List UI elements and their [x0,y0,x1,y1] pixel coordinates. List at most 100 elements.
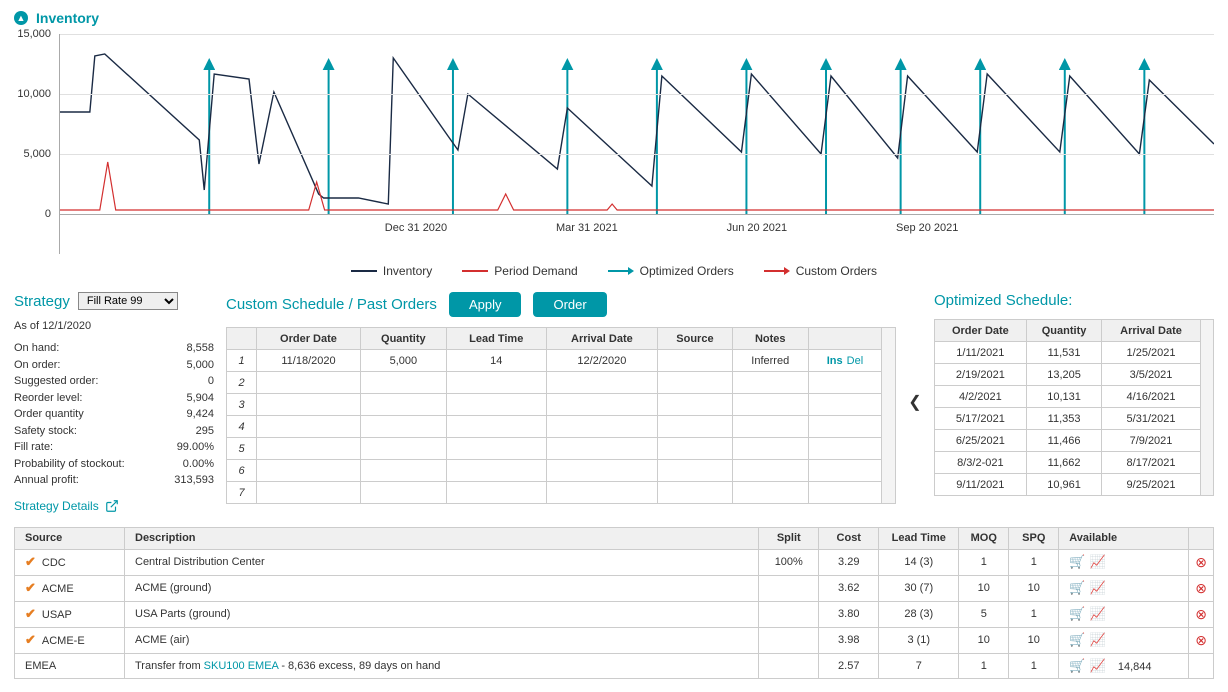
notes-cell[interactable] [732,394,808,416]
lead-cell: 28 (3) [879,601,959,627]
chart-up-icon[interactable]: 📈 [1089,632,1105,648]
quantity-cell: 11,531 [1026,342,1102,364]
table-row: 5/17/202111,3535/31/2021 [935,408,1201,430]
cost-cell: 3.80 [819,601,879,627]
cart-icon[interactable]: 🛒 [1069,658,1085,674]
lead-time-cell[interactable] [446,438,546,460]
chart-up-icon[interactable]: 📈 [1089,658,1105,674]
strategy-title: Strategy [14,293,70,310]
sku-link[interactable]: SKU100 EMEA [204,660,279,672]
custom-schedule-table: Order Date Quantity Lead Time Arrival Da… [226,327,882,504]
metric-value: 9,424 [186,406,214,423]
table-row[interactable]: 5 [227,438,882,460]
available-cell: 🛒 📈 [1059,627,1189,653]
remove-icon[interactable]: ⊗ [1195,554,1207,570]
order-date-cell[interactable] [257,394,361,416]
arrival-date-cell[interactable] [546,394,657,416]
table-row[interactable]: 6 [227,460,882,482]
arrival-date-cell[interactable] [546,438,657,460]
arrival-date-cell[interactable] [546,416,657,438]
table-row[interactable]: 2 [227,372,882,394]
source-cell[interactable] [658,372,733,394]
order-date-cell[interactable] [257,372,361,394]
lead-time-cell[interactable] [446,482,546,504]
cart-icon[interactable]: 🛒 [1069,632,1085,648]
arrival-date-cell[interactable] [546,372,657,394]
order-date-cell[interactable] [257,482,361,504]
scrollbar[interactable] [1201,319,1214,496]
cart-icon[interactable]: 🛒 [1069,606,1085,622]
remove-icon[interactable]: ⊗ [1195,580,1207,596]
arrival-date-cell: 1/25/2021 [1102,342,1200,364]
source-cell[interactable] [658,482,733,504]
transfer-arrow-icon[interactable]: ❮ [908,292,922,412]
cart-icon[interactable]: 🛒 [1069,554,1085,570]
spq-cell: 10 [1009,575,1059,601]
notes-cell[interactable] [732,372,808,394]
source-cell[interactable] [658,416,733,438]
chart-up-icon[interactable]: 📈 [1089,580,1105,596]
notes-cell[interactable] [732,460,808,482]
source-name: ✔ACME [15,575,125,601]
quantity-cell[interactable]: 5,000 [360,350,446,372]
lead-time-cell[interactable] [446,416,546,438]
split-cell [759,653,819,678]
remove-icon[interactable]: ⊗ [1195,606,1207,622]
lead-time-cell[interactable] [446,394,546,416]
row-actions [808,460,882,482]
arrival-date-cell[interactable] [546,482,657,504]
metric-value: 8,558 [186,340,214,357]
order-date-cell[interactable] [257,460,361,482]
order-date-cell[interactable] [257,416,361,438]
cart-icon[interactable]: 🛒 [1069,580,1085,596]
arrival-date-cell[interactable] [546,460,657,482]
collapse-icon[interactable]: ▲ [14,11,28,25]
insert-button[interactable]: Ins [827,355,843,367]
table-row[interactable]: 111/18/20205,0001412/2/2020InferredInsDe… [227,350,882,372]
row-number: 4 [227,416,257,438]
source-cell[interactable] [658,438,733,460]
quantity-cell[interactable] [360,416,446,438]
quantity-cell[interactable] [360,394,446,416]
strategy-select[interactable]: Fill Rate 99 [78,292,178,310]
order-button[interactable]: Order [533,292,606,317]
apply-button[interactable]: Apply [449,292,522,317]
row-actions [808,416,882,438]
arrival-date-cell[interactable]: 12/2/2020 [546,350,657,372]
lead-time-cell[interactable]: 14 [446,350,546,372]
arrival-date-cell: 7/9/2021 [1102,430,1200,452]
quantity-cell[interactable] [360,460,446,482]
remove-icon[interactable]: ⊗ [1195,632,1207,648]
order-date-cell[interactable]: 11/18/2020 [257,350,361,372]
order-date-cell[interactable] [257,438,361,460]
lead-time-cell[interactable] [446,372,546,394]
source-cell[interactable] [658,394,733,416]
source-cell[interactable] [658,460,733,482]
sources-table: Source Description Split Cost Lead Time … [14,527,1214,679]
notes-cell[interactable] [732,482,808,504]
quantity-cell[interactable] [360,482,446,504]
lead-cell: 7 [879,653,959,678]
quantity-cell[interactable] [360,372,446,394]
source-cell[interactable] [658,350,733,372]
notes-cell[interactable]: Inferred [732,350,808,372]
scrollbar[interactable] [882,327,896,504]
available-cell: 🛒 📈 14,844 [1059,653,1189,678]
table-row[interactable]: 4 [227,416,882,438]
lead-time-cell[interactable] [446,460,546,482]
strategy-details-link[interactable]: Strategy Details [14,499,119,513]
notes-cell[interactable] [732,416,808,438]
metric-label: Safety stock: [14,423,77,440]
delete-button[interactable]: Del [847,355,864,367]
quantity-cell: 11,662 [1026,452,1102,474]
strategy-panel: Strategy Fill Rate 99 As of 12/1/2020 On… [14,292,214,513]
metric-label: Reorder level: [14,390,82,407]
chart-legend: Inventory Period Demand Optimized Orders… [14,264,1214,278]
chart-up-icon[interactable]: 📈 [1089,606,1105,622]
quantity-cell[interactable] [360,438,446,460]
row-number: 6 [227,460,257,482]
table-row[interactable]: 7 [227,482,882,504]
notes-cell[interactable] [732,438,808,460]
chart-up-icon[interactable]: 📈 [1089,554,1105,570]
table-row[interactable]: 3 [227,394,882,416]
